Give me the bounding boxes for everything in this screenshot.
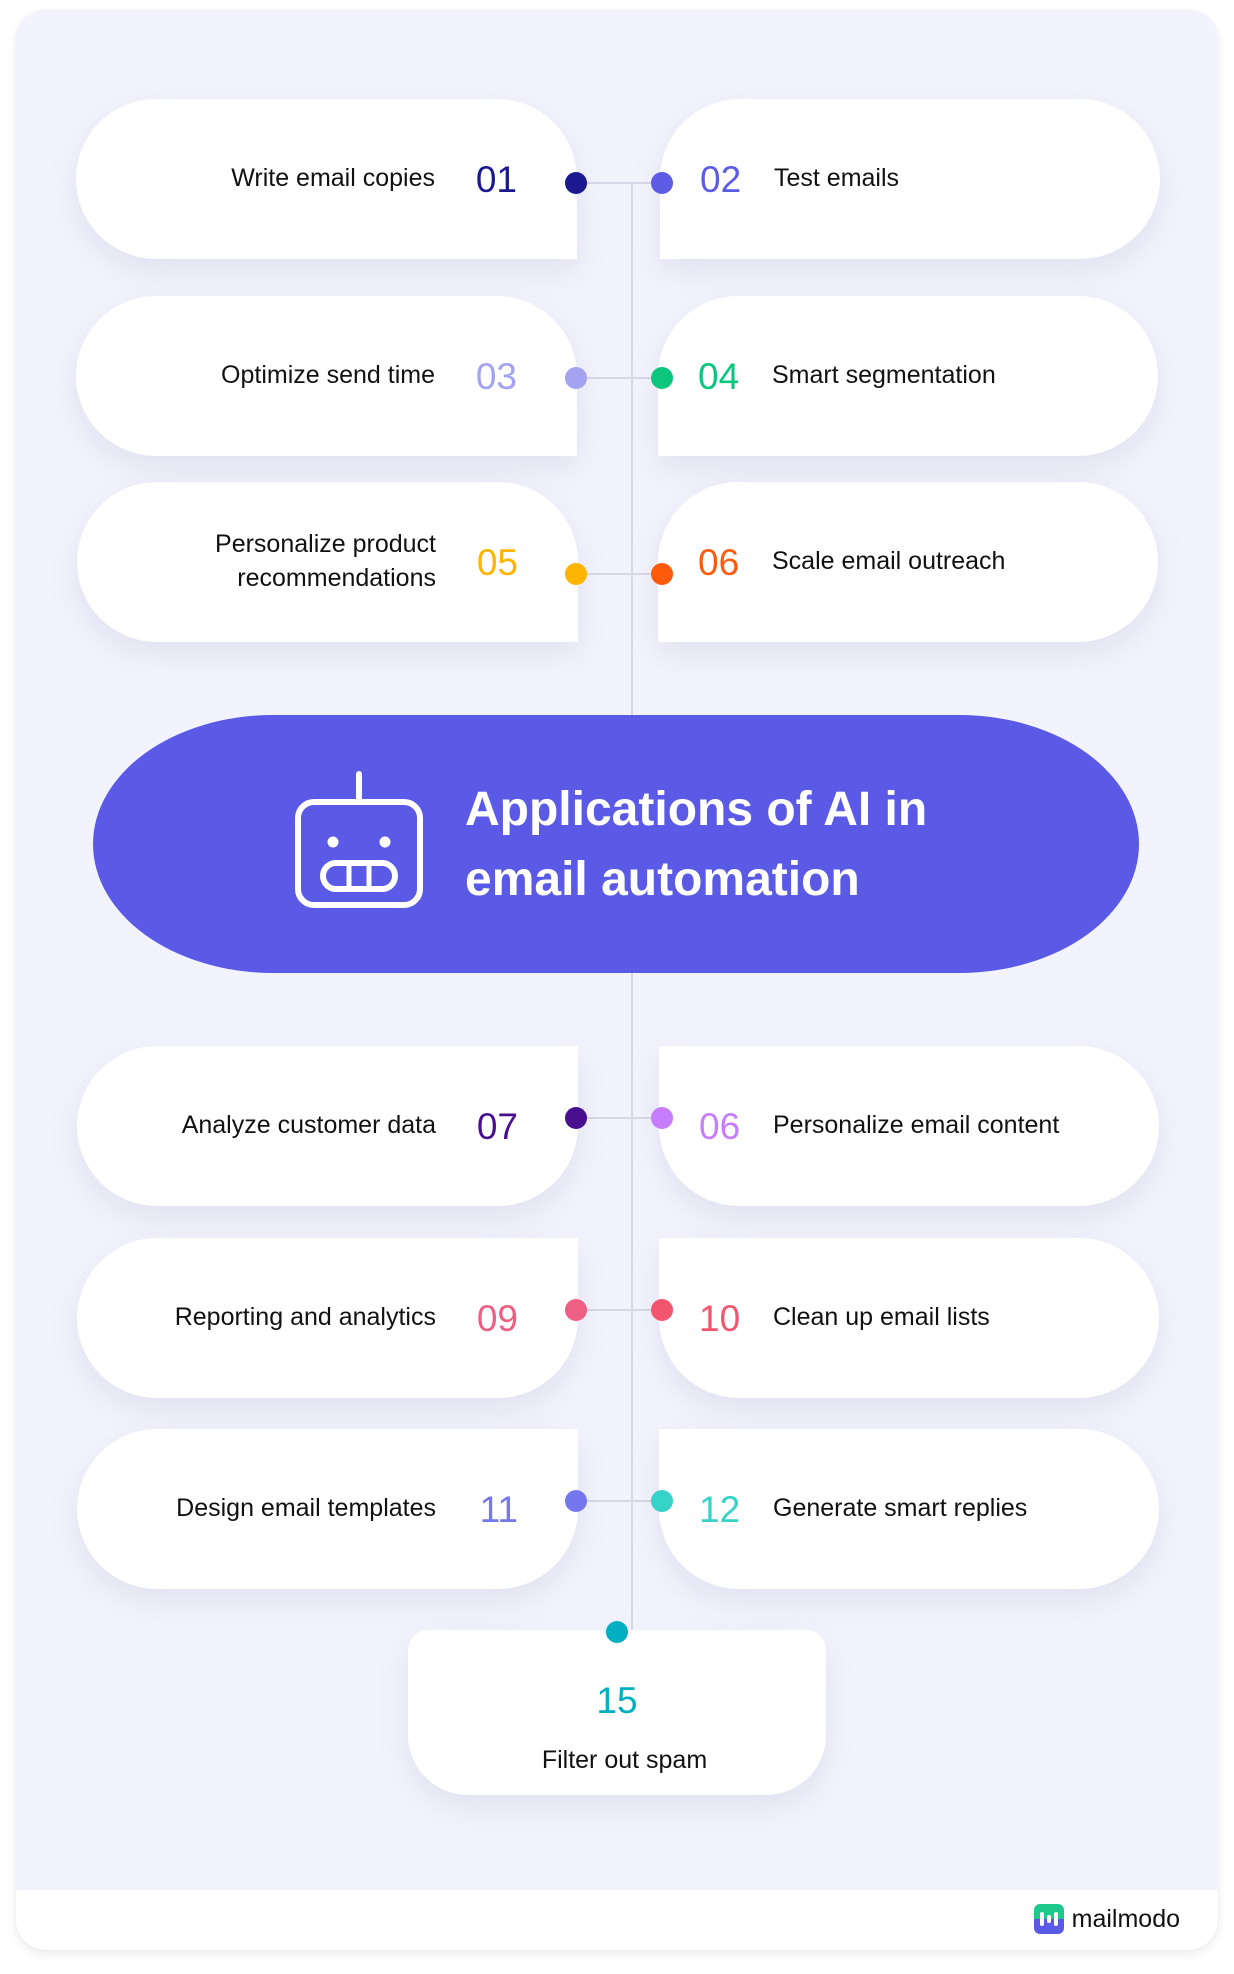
connector-vertical-bottom xyxy=(631,973,633,1633)
dot-06b xyxy=(651,1107,673,1129)
card-number: 06 xyxy=(699,1105,741,1147)
card-label: Personalize product recommendations xyxy=(215,528,436,596)
card-02: 02 Test emails xyxy=(660,99,1160,259)
card-number: 06 xyxy=(698,541,740,583)
card-label: Test emails xyxy=(774,164,900,193)
footer: mailmodo xyxy=(16,1890,1218,1950)
card-06: 06 Scale email outreach xyxy=(658,482,1158,642)
card-label: Scale email outreach xyxy=(772,547,1006,576)
card-label: Design email templates xyxy=(176,1494,436,1523)
dot-11 xyxy=(565,1490,587,1512)
card-label: Clean up email lists xyxy=(773,1303,990,1332)
dot-12 xyxy=(651,1490,673,1512)
dot-10 xyxy=(651,1299,673,1321)
dot-15 xyxy=(606,1621,628,1643)
card-number: 04 xyxy=(698,355,740,397)
infographic-panel: Write email copies 01 02 Test emails Opt… xyxy=(16,10,1218,1950)
card-label: Reporting and analytics xyxy=(174,1303,436,1332)
card-label: Personalize email content xyxy=(773,1111,1060,1140)
card-04: 04 Smart segmentation xyxy=(658,296,1158,456)
card-number: 15 xyxy=(596,1680,638,1721)
card-number: 12 xyxy=(699,1488,741,1530)
page-title: Applications of AI in email automation xyxy=(465,775,1025,915)
card-number: 07 xyxy=(476,1105,518,1147)
robot-icon xyxy=(295,771,423,908)
title-line1: Applications of AI in xyxy=(465,783,928,836)
card-label: Optimize send time xyxy=(221,361,435,390)
card-label: Filter out spam xyxy=(541,1746,708,1774)
title-banner: Applications of AI in email automation xyxy=(93,715,1139,973)
brand: mailmodo xyxy=(1033,1904,1180,1934)
dot-04 xyxy=(651,367,673,389)
card-label-line2: recommendations xyxy=(237,564,436,592)
card-number: 10 xyxy=(699,1297,741,1339)
card-label: Generate smart replies xyxy=(773,1494,1028,1523)
card-label: Analyze customer data xyxy=(181,1111,436,1140)
card-06b: 06 Personalize email content xyxy=(659,1046,1159,1206)
dot-07 xyxy=(565,1107,587,1129)
card-number: 09 xyxy=(476,1297,518,1339)
card-07: Analyze customer data 07 xyxy=(77,1046,578,1206)
mailmodo-logo-icon xyxy=(1033,1904,1064,1934)
card-01: Write email copies 01 xyxy=(76,99,577,259)
card-11: Design email templates 11 xyxy=(77,1429,578,1589)
card-number: 01 xyxy=(475,158,517,200)
brand-name: mailmodo xyxy=(1071,1904,1180,1933)
dot-06 xyxy=(651,563,673,585)
card-label: Smart segmentation xyxy=(772,361,996,390)
dot-01 xyxy=(565,172,587,194)
title-line2: email automation xyxy=(465,853,860,906)
card-label: Write email copies xyxy=(231,164,435,193)
dot-05 xyxy=(565,563,587,585)
dot-02 xyxy=(651,172,673,194)
card-10: 10 Clean up email lists xyxy=(659,1238,1159,1398)
dot-09 xyxy=(565,1299,587,1321)
dot-03 xyxy=(565,367,587,389)
card-number: 05 xyxy=(476,541,518,583)
card-number: 11 xyxy=(479,1488,518,1530)
connector-vertical-top xyxy=(631,182,633,717)
card-12: 12 Generate smart replies xyxy=(659,1429,1159,1589)
card-number: 02 xyxy=(700,158,742,200)
card-05: Personalize product recommendations 05 xyxy=(77,482,578,642)
card-15: 15 Filter out spam xyxy=(408,1630,826,1795)
card-03: Optimize send time 03 xyxy=(76,296,577,456)
card-09: Reporting and analytics 09 xyxy=(77,1238,578,1398)
card-label-line1: Personalize product xyxy=(215,530,436,559)
card-number: 03 xyxy=(475,355,517,397)
